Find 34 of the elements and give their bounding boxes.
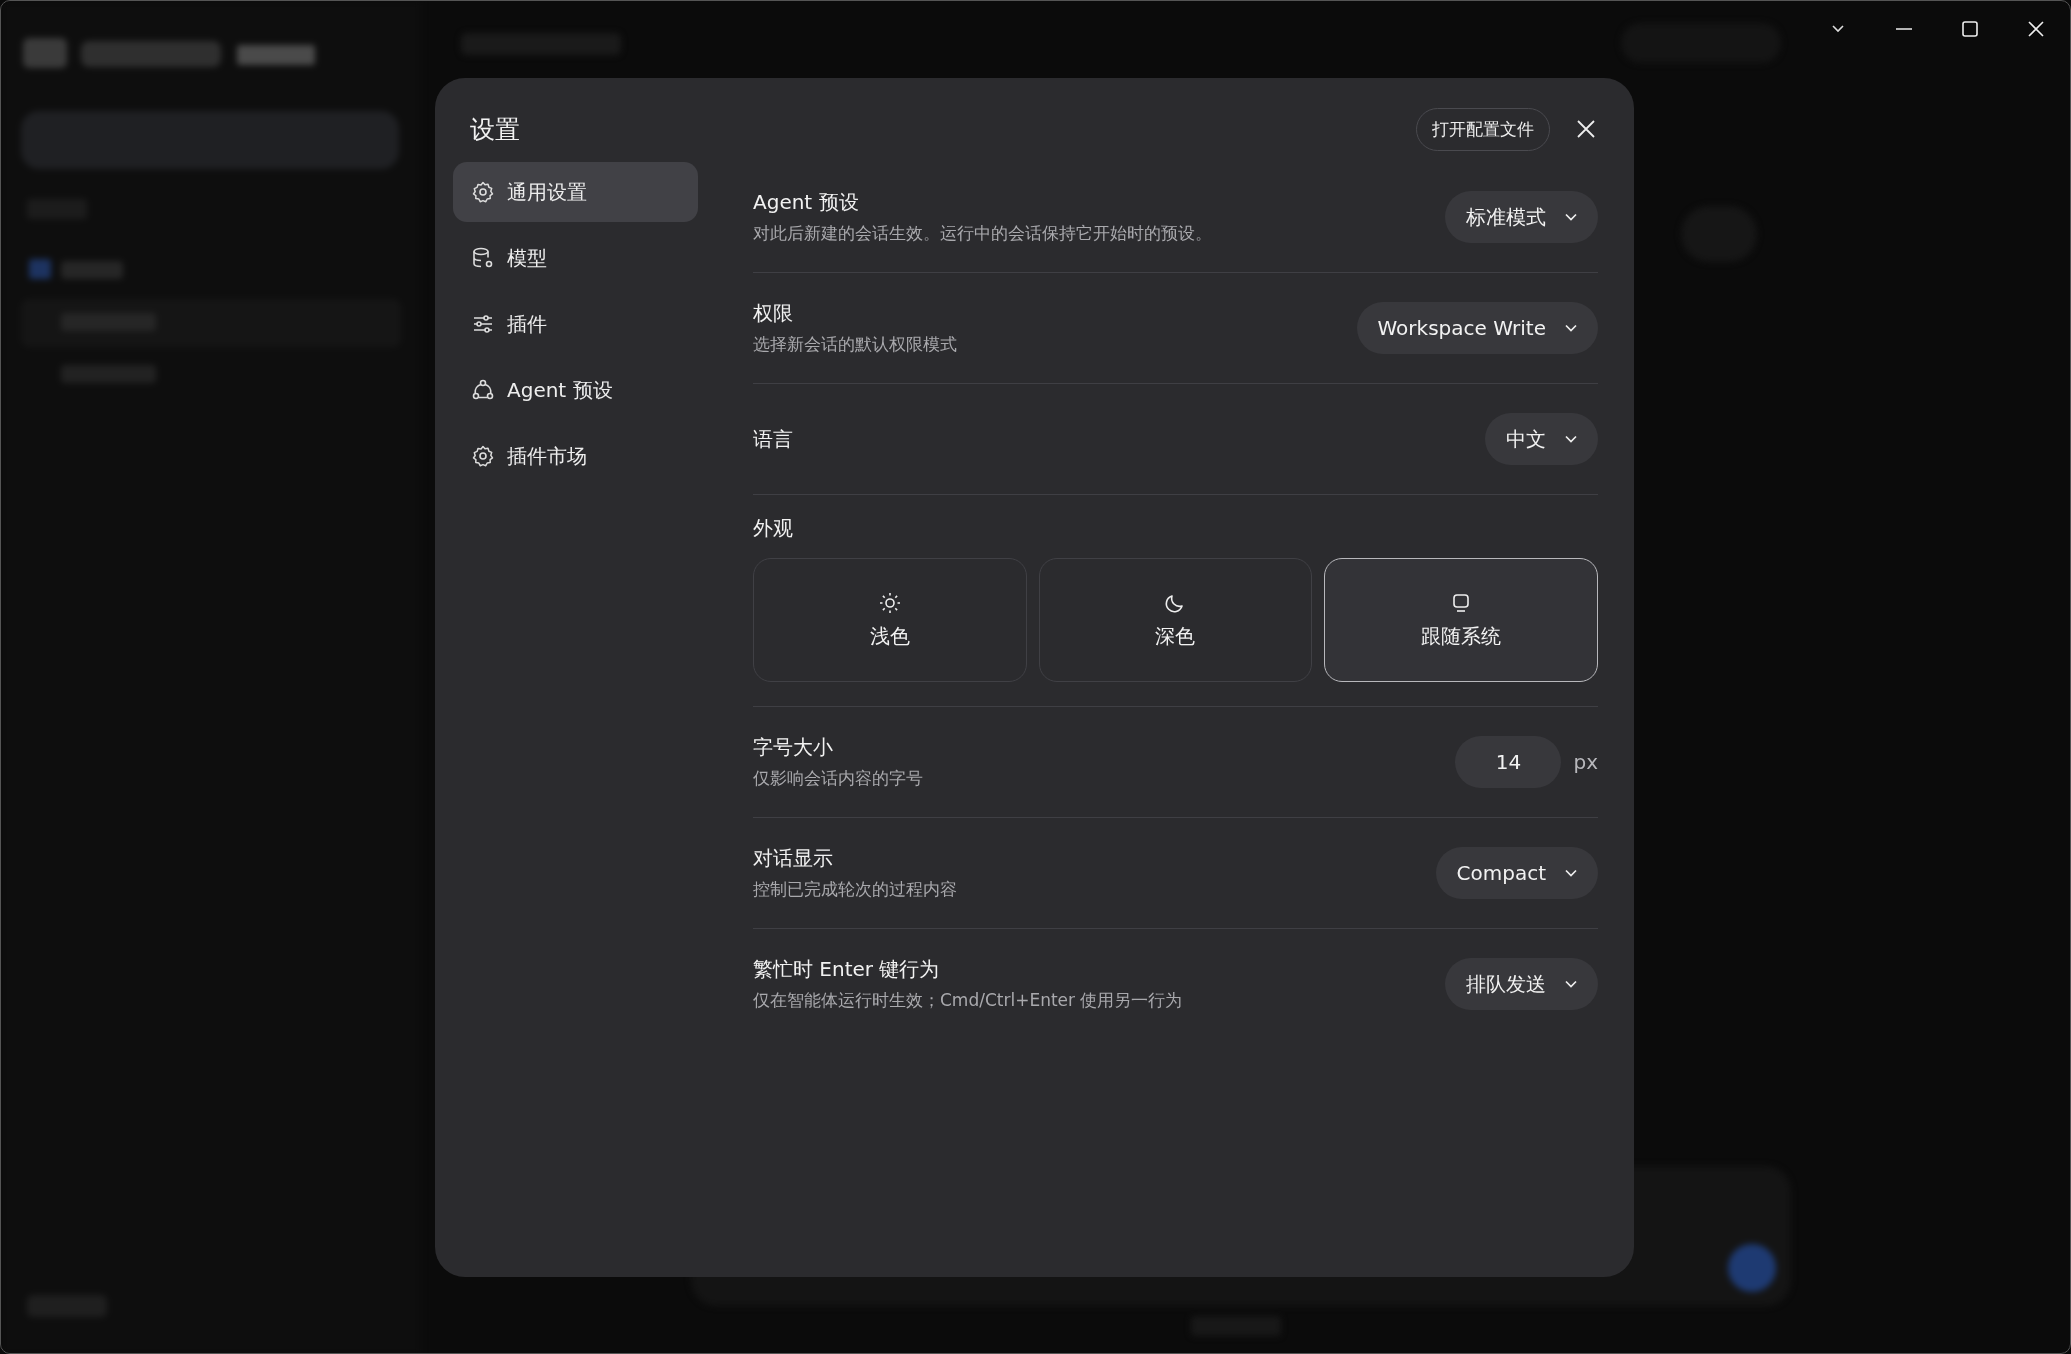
setting-label: Agent 预设 [753,189,860,216]
dropdown[interactable]: Workspace Write [1356,302,1598,354]
unit-label: px [1573,750,1598,774]
setting-description: 控制已完成轮次的过程内容 [753,878,958,901]
nodes-icon [471,378,495,402]
setting-description: 仅影响会话内容的字号 [753,767,924,790]
sidebar-item[interactable]: 模型 [453,228,698,288]
setting-description: 仅在智能体运行时生效；Cmd/Ctrl+Enter 使用另一行为 [753,989,1184,1012]
setting-label: 语言 [753,425,794,453]
sliders-icon [471,312,495,336]
sidebar-item[interactable]: Agent 预设 [453,360,698,420]
theme-option[interactable]: 浅色 [753,558,1027,682]
setting-label: 字号大小 [753,734,834,761]
setting-description: 选择新会话的默认权限模式 [753,333,958,356]
setting-label: 外观 [753,515,794,542]
dropdown[interactable]: 标准模式 [1445,191,1598,243]
sidebar-item[interactable]: 插件市场 [453,426,698,486]
sun-icon [877,590,902,615]
sidebar-item[interactable]: 插件 [453,294,698,354]
setting-label: 繁忙时 Enter 键行为 [753,956,941,983]
sidebar-item[interactable]: 通用设置 [453,162,698,222]
setting-label: 对话显示 [753,845,834,872]
dropdown[interactable]: 中文 [1485,413,1598,465]
gear-icon [471,444,495,468]
database-icon [471,246,495,270]
number-field[interactable]: 14 [1455,736,1562,788]
theme-option[interactable]: 跟随系统 [1324,558,1598,682]
setting-label: 权限 [753,300,794,327]
dropdown[interactable]: Compact [1435,847,1598,899]
dropdown[interactable]: 排队发送 [1445,958,1598,1010]
theme-option[interactable]: 深色 [1038,558,1313,682]
dialog-title: 设置 [470,113,521,146]
setting-description: 对此后新建的会话生效。运行中的会话保持它开始时的预设。 [753,222,1213,245]
gear-icon [471,180,495,204]
